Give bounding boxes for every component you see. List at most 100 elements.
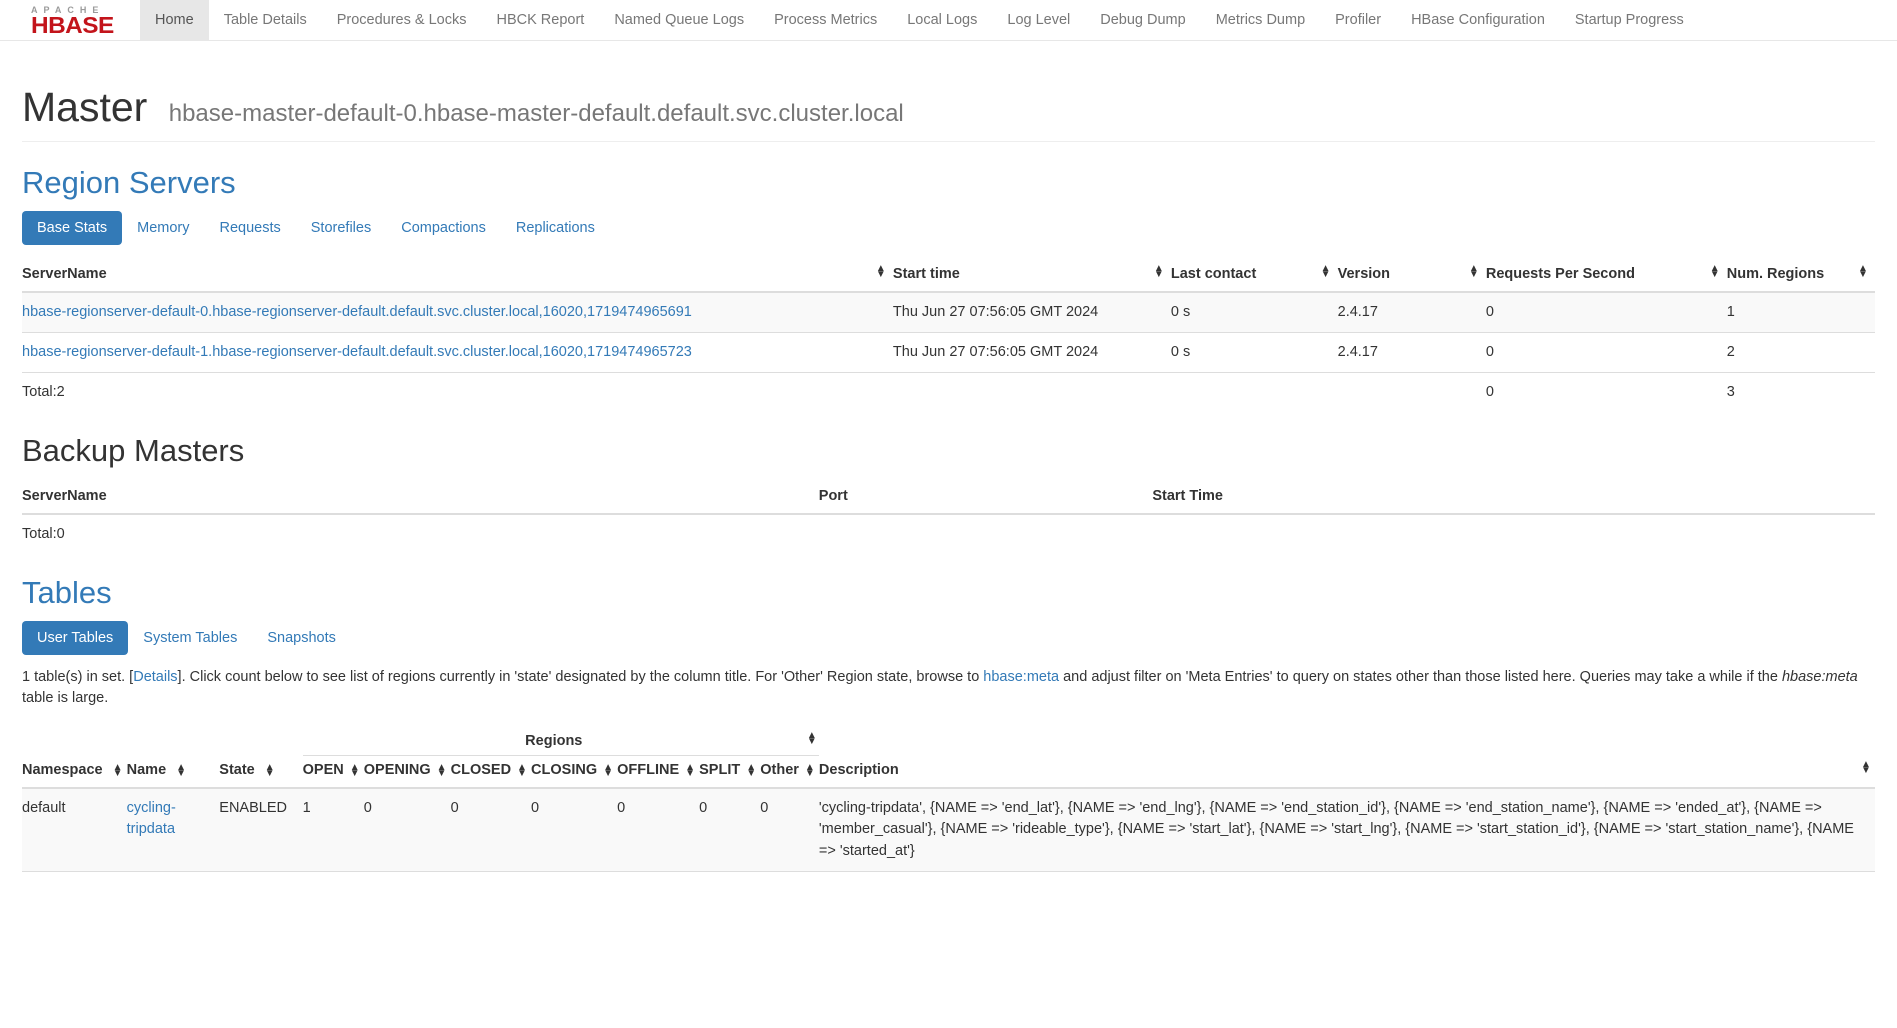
rs-col-starttime[interactable]: Start time ▲▼ <box>893 257 1171 292</box>
rs-tab-replications[interactable]: Replications <box>501 211 610 245</box>
sort-caret-icon[interactable]: ▲▼ <box>350 765 358 777</box>
rs-tab-base-stats[interactable]: Base Stats <box>22 211 122 245</box>
ut-col-closed[interactable]: CLOSED▲▼ <box>451 756 531 789</box>
ut-col-regions-group[interactable]: Regions ▲▼ <box>303 727 819 756</box>
rs-col-rps[interactable]: Requests Per Second ▲▼ <box>1486 257 1727 292</box>
nav-item-startup-progress[interactable]: Startup Progress <box>1560 0 1699 40</box>
sort-caret-icon[interactable]: ▲▼ <box>1154 266 1162 278</box>
rs-tab-storefiles[interactable]: Storefiles <box>296 211 386 245</box>
sort-caret-icon[interactable]: ▲▼ <box>685 765 693 777</box>
ut-col-namespace-label: Namespace <box>22 762 103 778</box>
nav-item-hbck-report[interactable]: HBCK Report <box>481 0 599 40</box>
nav-item-label[interactable]: Profiler <box>1320 0 1396 40</box>
nav-item-local-logs[interactable]: Local Logs <box>892 0 992 40</box>
sort-caret-icon[interactable]: ▲▼ <box>876 266 884 278</box>
sort-caret-icon[interactable]: ▲▼ <box>1469 266 1477 278</box>
ut-cell-description: 'cycling-tripdata', {NAME => 'end_lat'},… <box>819 788 1875 870</box>
rs-tab-label[interactable]: Replications <box>501 211 610 245</box>
ut-col-offline[interactable]: OFFLINE▲▼ <box>617 756 699 789</box>
rs-col-servername[interactable]: ServerName ▲▼ <box>22 257 893 292</box>
nav-item-label[interactable]: Debug Dump <box>1085 0 1200 40</box>
nav-item-procedures-locks[interactable]: Procedures & Locks <box>322 0 482 40</box>
sort-caret-icon[interactable]: ▲▼ <box>1321 266 1329 278</box>
rs-tab-compactions[interactable]: Compactions <box>386 211 501 245</box>
page-title: Master hbase-master-default-0.hbase-mast… <box>22 85 1875 130</box>
rs-col-version[interactable]: Version ▲▼ <box>1338 257 1486 292</box>
ut-col-split-label: SPLIT <box>699 762 740 778</box>
nav-item-metrics-dump[interactable]: Metrics Dump <box>1201 0 1320 40</box>
rs-cell-server-name[interactable]: hbase-regionserver-default-1.hbase-regio… <box>22 333 893 373</box>
ut-col-description[interactable]: Description ▲▼ <box>819 727 1875 788</box>
backup-masters-header-row: ServerName Port Start Time <box>22 479 1875 514</box>
details-link[interactable]: Details <box>133 669 177 685</box>
tables-tab-snapshots[interactable]: Snapshots <box>252 621 351 655</box>
rs-cell-last-contact: 0 s <box>1171 292 1338 333</box>
ut-col-closing[interactable]: CLOSING▲▼ <box>531 756 617 789</box>
nav-item-label[interactable]: Home <box>140 0 209 40</box>
sort-caret-icon[interactable]: ▲▼ <box>113 765 121 777</box>
nav-item-label[interactable]: Log Level <box>992 0 1085 40</box>
nav-item-label[interactable]: HBase Configuration <box>1396 0 1560 40</box>
sort-caret-icon[interactable]: ▲▼ <box>805 765 813 777</box>
sort-caret-icon[interactable]: ▲▼ <box>807 733 815 745</box>
sort-caret-icon[interactable]: ▲▼ <box>1858 266 1866 278</box>
nav-item-named-queue-logs[interactable]: Named Queue Logs <box>599 0 759 40</box>
ut-cell-name[interactable]: cycling-tripdata <box>127 788 220 870</box>
nav-item-debug-dump[interactable]: Debug Dump <box>1085 0 1200 40</box>
nav-item-label[interactable]: Metrics Dump <box>1201 0 1320 40</box>
tables-tab-user-tables[interactable]: User Tables <box>22 621 128 655</box>
rs-tab-label[interactable]: Memory <box>122 211 204 245</box>
ut-col-split[interactable]: SPLIT ▲▼ <box>699 756 760 789</box>
tables-tab-system-tables[interactable]: System Tables <box>128 621 252 655</box>
nav-item-profiler[interactable]: Profiler <box>1320 0 1396 40</box>
region-server-link[interactable]: hbase-regionserver-default-1.hbase-regio… <box>22 344 692 360</box>
top-navbar: APACHE HBASE HomeTable DetailsProcedures… <box>0 0 1897 41</box>
nav-item-label[interactable]: Local Logs <box>892 0 992 40</box>
rs-tab-requests[interactable]: Requests <box>205 211 296 245</box>
nav-item-label[interactable]: Startup Progress <box>1560 0 1699 40</box>
sort-caret-icon[interactable]: ▲▼ <box>746 765 754 777</box>
rs-tab-label[interactable]: Storefiles <box>296 211 386 245</box>
rs-cell-num-regions: 1 <box>1727 292 1875 333</box>
rs-col-lastcontact[interactable]: Last contact ▲▼ <box>1171 257 1338 292</box>
rs-col-numregions[interactable]: Num. Regions ▲▼ <box>1727 257 1875 292</box>
nav-item-table-details[interactable]: Table Details <box>209 0 322 40</box>
nav-item-label[interactable]: Named Queue Logs <box>599 0 759 40</box>
sort-caret-icon[interactable]: ▲▼ <box>1861 762 1869 774</box>
sort-caret-icon[interactable]: ▲▼ <box>517 765 525 777</box>
rs-cell-last-contact: 0 s <box>1171 333 1338 373</box>
sort-caret-icon[interactable]: ▲▼ <box>1710 266 1718 278</box>
nav-item-label[interactable]: HBCK Report <box>481 0 599 40</box>
user-tables-group-header-row: Namespace ▲▼ Name ▲▼ State ▲▼ Regions ▲▼… <box>22 727 1875 756</box>
ut-col-name[interactable]: Name ▲▼ <box>127 727 220 788</box>
rs-tab-label[interactable]: Requests <box>205 211 296 245</box>
sort-caret-icon[interactable]: ▲▼ <box>265 765 273 777</box>
tables-tab-label[interactable]: System Tables <box>128 621 252 655</box>
nav-item-label[interactable]: Process Metrics <box>759 0 892 40</box>
table-name-link[interactable]: cycling-tripdata <box>127 800 176 837</box>
ut-col-opening[interactable]: OPENING▲▼ <box>364 756 451 789</box>
tables-tab-label[interactable]: User Tables <box>22 621 128 655</box>
rs-tab-label[interactable]: Compactions <box>386 211 501 245</box>
sort-caret-icon[interactable]: ▲▼ <box>603 765 611 777</box>
nav-item-label[interactable]: Table Details <box>209 0 322 40</box>
tables-tabs: User TablesSystem TablesSnapshots <box>22 621 1875 655</box>
hbase-logo[interactable]: APACHE HBASE <box>0 0 140 40</box>
sort-caret-icon[interactable]: ▲▼ <box>176 765 184 777</box>
sort-caret-icon[interactable]: ▲▼ <box>437 765 445 777</box>
ut-col-open[interactable]: OPEN▲▼ <box>303 756 364 789</box>
region-server-link[interactable]: hbase-regionserver-default-0.hbase-regio… <box>22 304 692 320</box>
tables-tab-label[interactable]: Snapshots <box>252 621 351 655</box>
ut-col-other[interactable]: Other▲▼ <box>760 756 819 789</box>
nav-item-label[interactable]: Procedures & Locks <box>322 0 482 40</box>
nav-item-process-metrics[interactable]: Process Metrics <box>759 0 892 40</box>
nav-item-log-level[interactable]: Log Level <box>992 0 1085 40</box>
rs-tab-memory[interactable]: Memory <box>122 211 204 245</box>
nav-item-hbase-configuration[interactable]: HBase Configuration <box>1396 0 1560 40</box>
rs-cell-server-name[interactable]: hbase-regionserver-default-0.hbase-regio… <box>22 292 893 333</box>
ut-col-state[interactable]: State ▲▼ <box>219 727 302 788</box>
ut-col-namespace[interactable]: Namespace ▲▼ <box>22 727 127 788</box>
hbase-meta-link[interactable]: hbase:meta <box>983 669 1059 685</box>
nav-item-home[interactable]: Home <box>140 0 209 40</box>
rs-tab-label[interactable]: Base Stats <box>22 211 122 245</box>
